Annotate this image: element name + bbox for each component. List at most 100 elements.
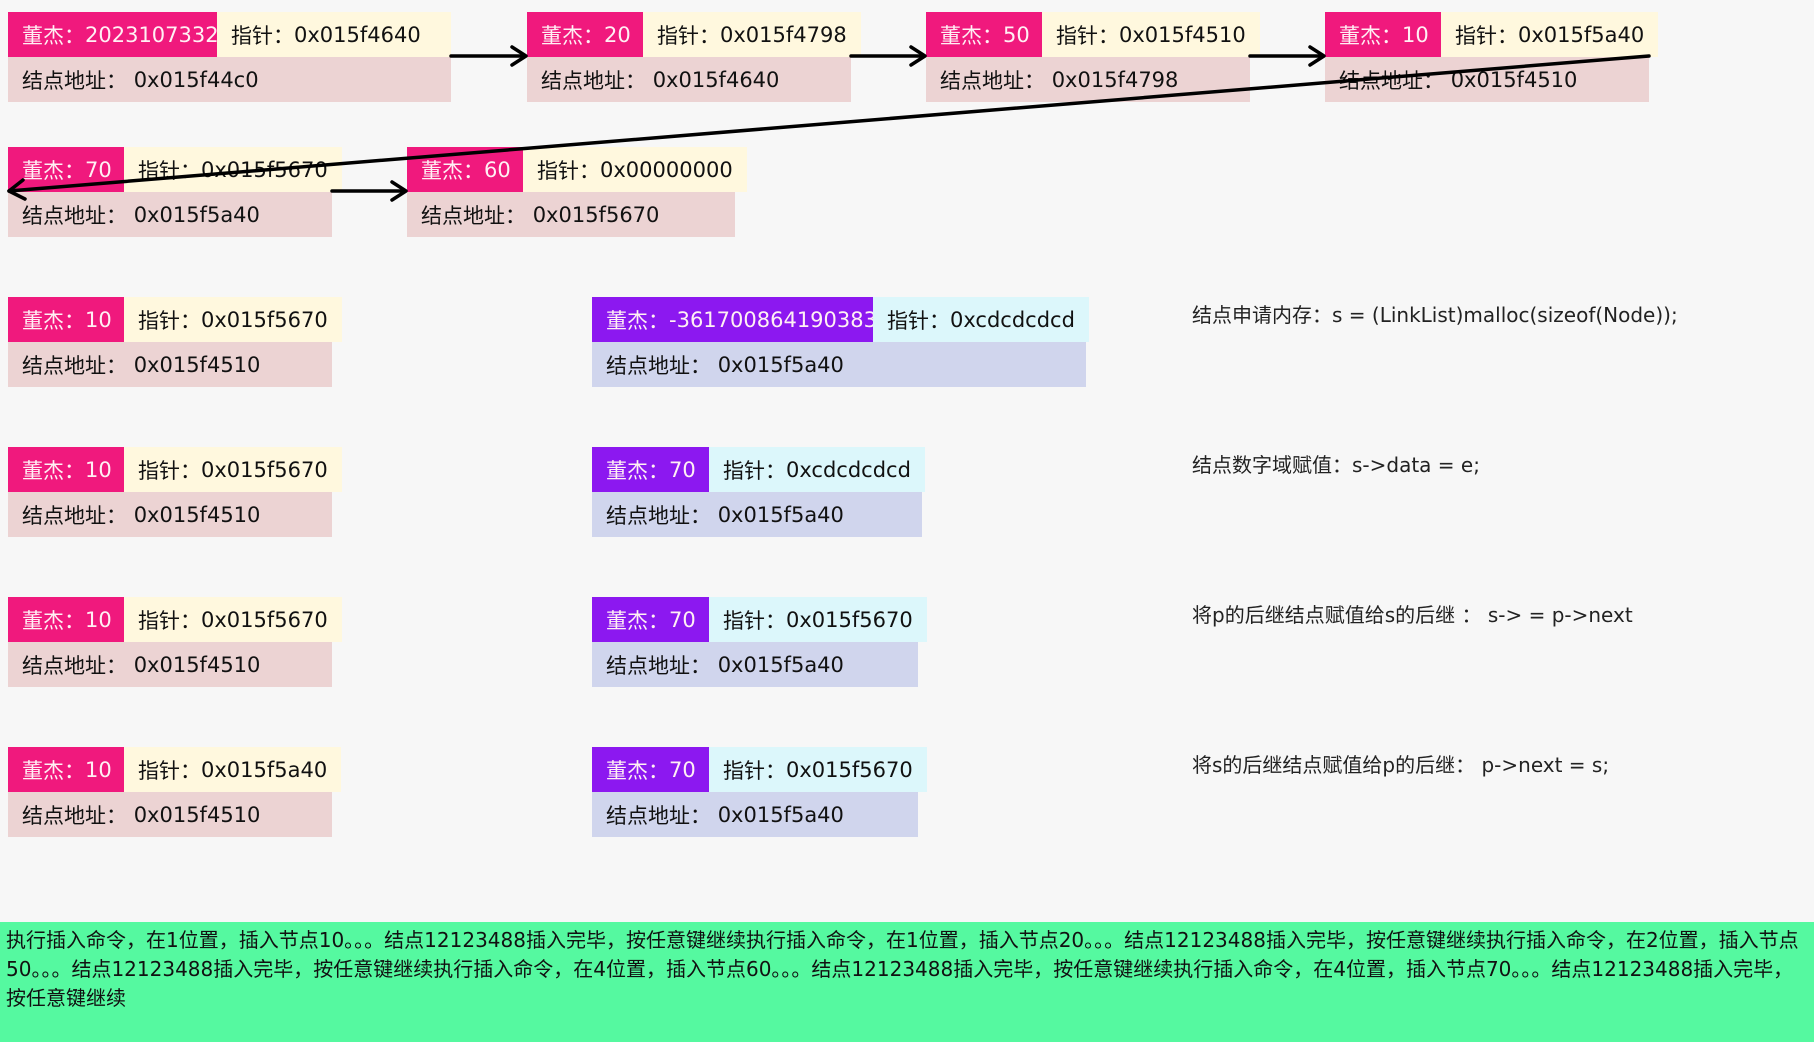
address-value: 0x015f5a40 bbox=[717, 352, 844, 377]
address-value: 0x015f5a40 bbox=[717, 502, 844, 527]
node-pointer: 指针： 0x00000000 bbox=[523, 147, 747, 192]
data-value: 10 bbox=[1402, 22, 1429, 47]
pointer-value: 0x015f5670 bbox=[201, 307, 328, 332]
step-note-assign-data: 结点数字域赋值：s->data = e; bbox=[1192, 453, 1480, 477]
data-label: 董杰： bbox=[22, 758, 85, 783]
node-header: 董杰： 50 指针： 0x015f4510 bbox=[926, 12, 1260, 57]
node-address: 结点地址： 0x015f4640 bbox=[527, 57, 851, 102]
data-label: 董杰： bbox=[541, 23, 604, 48]
node-header: 董杰： 70 指针： 0x015f5670 bbox=[592, 747, 927, 792]
pointer-value: 0x015f4798 bbox=[720, 22, 847, 47]
address-value: 0x015f4510 bbox=[133, 802, 261, 827]
p-node-step1: 董杰： 10 指针： 0x015f5670 结点地址： 0x015f4510 bbox=[8, 297, 342, 387]
node-data: 董杰： 20 bbox=[527, 12, 643, 57]
s-node-step3: 董杰： 70 指针： 0x015f5670 结点地址： 0x015f5a40 bbox=[592, 597, 927, 687]
node-pointer: 指针： 0x015f5670 bbox=[709, 747, 927, 792]
data-label: 董杰： bbox=[22, 308, 85, 333]
address-value: 0x015f5a40 bbox=[133, 202, 260, 227]
data-value: 10 bbox=[85, 307, 112, 332]
pointer-value: 0x015f5670 bbox=[201, 607, 328, 632]
pointer-label: 指针： bbox=[723, 758, 786, 783]
address-label: 结点地址： bbox=[22, 803, 127, 828]
node-address: 结点地址： 0x015f5a40 bbox=[592, 792, 918, 837]
list-node-5: 董杰： 70 指针： 0x015f5670 结点地址： 0x015f5a40 bbox=[8, 147, 342, 237]
address-value: 0x015f4510 bbox=[133, 502, 261, 527]
address-value: 0x015f4510 bbox=[133, 652, 261, 677]
pointer-value: 0x015f4640 bbox=[294, 22, 421, 47]
node-address: 结点地址： 0x015f5a40 bbox=[8, 192, 332, 237]
node-header: 董杰： 10 指针： 0x015f5670 bbox=[8, 597, 342, 642]
node-pointer: 指针： 0x015f5a40 bbox=[1441, 12, 1659, 57]
address-value: 0x015f4510 bbox=[1450, 67, 1578, 92]
arrow-node1-to-node2 bbox=[449, 45, 528, 67]
s-node-step2: 董杰： 70 指针： 0xcdcdcdcd 结点地址： 0x015f5a40 bbox=[592, 447, 925, 537]
node-address: 结点地址： 0x015f4510 bbox=[8, 792, 332, 837]
pointer-label: 指针： bbox=[723, 458, 786, 483]
node-address: 结点地址： 0x015f4510 bbox=[8, 642, 332, 687]
address-label: 结点地址： bbox=[22, 653, 127, 678]
node-data: 董杰： 10 bbox=[8, 447, 124, 492]
node-data: 董杰： 70 bbox=[592, 747, 709, 792]
pointer-label: 指针： bbox=[138, 158, 201, 183]
address-value: 0x015f4640 bbox=[652, 67, 780, 92]
data-label: 董杰： bbox=[940, 23, 1003, 48]
console-log: 执行插入命令，在1位置，插入节点10。。。结点12123488插入完毕，按任意键… bbox=[0, 922, 1814, 1042]
node-pointer: 指针： 0x015f4640 bbox=[217, 12, 451, 57]
address-label: 结点地址： bbox=[22, 203, 127, 228]
node-pointer: 指针： 0x015f4798 bbox=[643, 12, 861, 57]
pointer-label: 指针： bbox=[1455, 23, 1518, 48]
node-pointer: 指针： 0xcdcdcdcd bbox=[873, 297, 1089, 342]
address-value: 0x015f4798 bbox=[1051, 67, 1179, 92]
node-address: 结点地址： 0x015f5a40 bbox=[592, 342, 1086, 387]
pointer-value: 0x015f4510 bbox=[1119, 22, 1246, 47]
pointer-label: 指针： bbox=[537, 158, 600, 183]
list-node-4: 董杰： 10 指针： 0x015f5a40 结点地址： 0x015f4510 bbox=[1325, 12, 1659, 102]
node-header: 董杰： 10 指针： 0x015f5670 bbox=[8, 297, 342, 342]
s-node-step4: 董杰： 70 指针： 0x015f5670 结点地址： 0x015f5a40 bbox=[592, 747, 927, 837]
node-header: 董杰： 70 指针： 0xcdcdcdcd bbox=[592, 447, 925, 492]
data-value: 50 bbox=[1003, 22, 1030, 47]
address-label: 结点地址： bbox=[1339, 68, 1444, 93]
node-pointer: 指针： 0x015f4510 bbox=[1042, 12, 1260, 57]
pointer-value: 0xcdcdcdcd bbox=[950, 307, 1075, 332]
data-label: 董杰： bbox=[22, 158, 85, 183]
node-pointer: 指针： 0x015f5670 bbox=[124, 147, 342, 192]
node-header: 董杰： 70 指针： 0x015f5670 bbox=[592, 597, 927, 642]
pointer-label: 指针： bbox=[231, 23, 294, 48]
s-node-step1: 董杰： -361700864190383 指针： 0xcdcdcdcd 结点地址： … bbox=[592, 297, 1089, 387]
arrow-node2-to-node3 bbox=[849, 45, 927, 67]
node-data: 董杰： 70 bbox=[8, 147, 124, 192]
data-value: 10 bbox=[85, 757, 112, 782]
data-label: 董杰： bbox=[1339, 23, 1402, 48]
pointer-value: 0x015f5a40 bbox=[1518, 22, 1645, 47]
node-address: 结点地址： 0x015f4510 bbox=[8, 342, 332, 387]
node-data: 董杰： 10 bbox=[1325, 12, 1441, 57]
address-label: 结点地址： bbox=[541, 68, 646, 93]
node-header: 董杰： 10 指针： 0x015f5a40 bbox=[8, 747, 342, 792]
node-address: 结点地址： 0x015f5a40 bbox=[592, 492, 922, 537]
pointer-value: 0x015f5670 bbox=[786, 607, 913, 632]
node-pointer: 指针： 0x015f5670 bbox=[124, 447, 342, 492]
node-address: 结点地址： 0x015f4798 bbox=[926, 57, 1250, 102]
data-value: -361700864190383 bbox=[669, 307, 877, 332]
address-value: 0x015f44c0 bbox=[133, 67, 259, 92]
pointer-label: 指针： bbox=[138, 758, 201, 783]
p-node-step3: 董杰： 10 指针： 0x015f5670 结点地址： 0x015f4510 bbox=[8, 597, 342, 687]
step-note-link-p-next: 将s的后继结点赋值给p的后继： p->next = s; bbox=[1192, 753, 1610, 777]
step-note-malloc: 结点申请内存：s = (LinkList)malloc(sizeof(Node)… bbox=[1192, 303, 1678, 327]
linked-list-canvas: 董杰： 202310733202 指针： 0x015f4640 结点地址： 0x01… bbox=[0, 0, 1814, 1042]
node-address: 结点地址： 0x015f5a40 bbox=[592, 642, 918, 687]
address-value: 0x015f5670 bbox=[532, 202, 660, 227]
pointer-value: 0x015f5670 bbox=[201, 157, 328, 182]
address-label: 结点地址： bbox=[22, 353, 127, 378]
node-data: 董杰： 202310733202 bbox=[8, 12, 245, 57]
pointer-label: 指针： bbox=[723, 608, 786, 633]
node-pointer: 指针： 0x015f5a40 bbox=[124, 747, 342, 792]
data-value: 20 bbox=[604, 22, 631, 47]
pointer-value: 0x00000000 bbox=[600, 157, 733, 182]
node-pointer: 指针： 0x015f5670 bbox=[709, 597, 927, 642]
node-header: 董杰： 20 指针： 0x015f4798 bbox=[527, 12, 861, 57]
node-data: 董杰： 10 bbox=[8, 597, 124, 642]
node-pointer: 指针： 0x015f5670 bbox=[124, 297, 342, 342]
node-data: 董杰： 60 bbox=[407, 147, 523, 192]
